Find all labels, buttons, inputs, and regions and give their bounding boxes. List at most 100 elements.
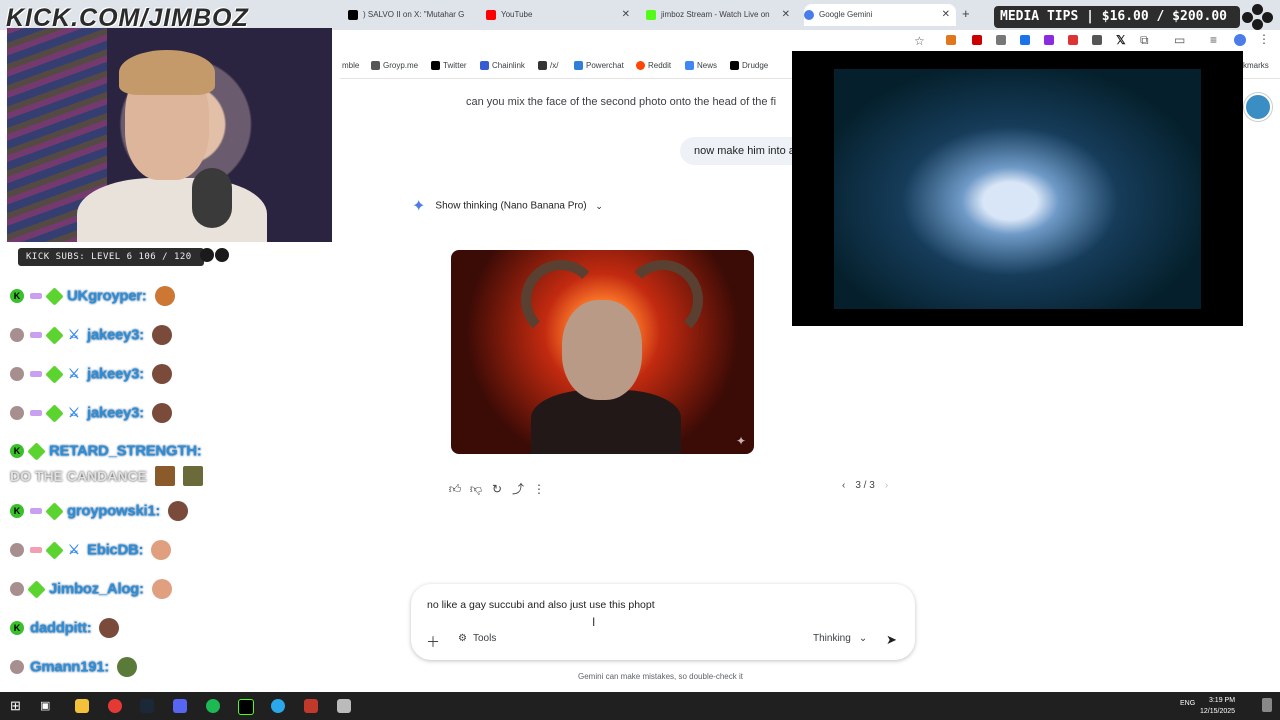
add-button[interactable]: ＋ (426, 632, 440, 652)
microphone (192, 168, 232, 228)
share-icon[interactable]: ⤴ (508, 480, 528, 497)
user-avatar (10, 367, 24, 381)
user-message: can you mix the face of the second photo… (466, 96, 777, 108)
extension-icon[interactable] (1044, 35, 1054, 45)
close-icon[interactable]: ✕ (942, 4, 950, 26)
emote (151, 364, 172, 384)
bookmark-drudge[interactable]: Drudge (730, 61, 768, 71)
notifications-icon[interactable] (1262, 698, 1272, 712)
chevron-right-icon[interactable]: › (885, 480, 888, 491)
more-icon[interactable]: ⋮ (529, 482, 549, 496)
extension-icon[interactable] (1020, 35, 1030, 45)
windows-taskbar (0, 692, 1280, 720)
extension-icon[interactable] (1068, 35, 1078, 45)
chevron-down-icon: ⌄ (595, 200, 603, 211)
kick-badge-icon: K (10, 444, 24, 459)
tab-kick[interactable]: jimboz Stream - Watch Live on ✕ (646, 4, 796, 26)
bookmark-twitter[interactable]: Twitter (431, 61, 467, 71)
media-tips-goal: MEDIA TIPS | $16.00 / $200.00 (994, 6, 1240, 28)
gem-badge-icon (45, 325, 64, 345)
send-icon[interactable]: ➤ (886, 632, 897, 648)
menu-icon[interactable]: ⋮ (1258, 32, 1270, 46)
sub-badge-icon (30, 547, 42, 553)
close-icon[interactable]: ✕ (782, 4, 790, 26)
task-view-icon[interactable]: ▣ (40, 699, 50, 712)
discord-icon[interactable] (173, 699, 187, 713)
file-explorer-icon[interactable] (75, 699, 89, 713)
show-thinking-toggle[interactable]: ✦ Show thinking (Nano Banana Pro) ⌄ (412, 196, 603, 216)
bookmark-all[interactable]: kmarks (1243, 61, 1269, 70)
system-clock[interactable]: 3:19 PM 12/15/2025 (1200, 695, 1235, 717)
powerchat-icon (574, 61, 583, 71)
clover-icon (538, 61, 547, 71)
prompt-box[interactable] (411, 584, 915, 660)
emote (151, 325, 172, 345)
gem-badge-icon (27, 579, 46, 599)
reading-list-icon[interactable]: ≡ (1210, 33, 1217, 47)
mode-selector[interactable]: Thinking ⌄ (813, 633, 867, 644)
sub-badge-icon (30, 410, 42, 416)
telegram-icon[interactable] (271, 699, 285, 713)
kick-app-icon[interactable] (238, 699, 254, 715)
chrome-icon[interactable] (108, 699, 122, 713)
x-icon[interactable]: 𝕏 (1116, 33, 1126, 47)
chat-message: K UKgroyper: (10, 286, 175, 312)
bookmark-item[interactable]: mble (342, 61, 359, 70)
chevron-left-icon[interactable]: ‹ (842, 480, 845, 491)
video-player[interactable] (792, 51, 1243, 326)
bookmark-news[interactable]: News (685, 61, 717, 71)
streamer-hair (119, 50, 215, 95)
prompt-input[interactable]: no like a gay succubi and also just use … (427, 599, 655, 611)
chat-message: Jimboz_Alog: (10, 579, 172, 605)
star-icon[interactable]: ☆ (914, 34, 925, 48)
user-avatar (10, 543, 24, 557)
bookmark-x[interactable]: /x/ (538, 61, 558, 71)
bookmark-powerchat[interactable]: Powerchat (574, 61, 624, 71)
thumbs-down-icon[interactable]: 👎︎ (466, 482, 486, 497)
app-icon[interactable] (304, 699, 318, 713)
disclaimer: Gemini can make mistakes, so double-chec… (578, 672, 743, 681)
bookmark-chainlink[interactable]: Chainlink (480, 61, 525, 71)
emote (151, 579, 172, 599)
bookmark-reddit[interactable]: Reddit (636, 61, 671, 71)
generated-image[interactable]: ✦ (451, 250, 754, 454)
emote (117, 657, 137, 677)
user-avatar (10, 328, 24, 342)
app-icon[interactable] (337, 699, 351, 713)
extension-icon[interactable] (1092, 35, 1102, 45)
extension-icon[interactable] (972, 35, 982, 45)
drudge-icon (730, 61, 739, 71)
emote (154, 466, 175, 486)
close-icon[interactable]: ✕ (622, 4, 630, 26)
tab-gemini[interactable]: Google Gemini ✕ (804, 4, 956, 26)
chat-message: ⚔ jakeey3: (10, 325, 172, 351)
new-tab-button[interactable]: + (962, 6, 970, 21)
thumbs-up-icon[interactable]: 👍︎ (445, 482, 465, 497)
extension-icon[interactable] (996, 35, 1006, 45)
avatar[interactable] (1234, 34, 1246, 46)
chat-message: K RETARD_STRENGTH: (10, 441, 202, 468)
groyp-icon (371, 61, 380, 71)
avatar[interactable] (1244, 93, 1272, 121)
kick-subs-goal: KICK SUBS: LEVEL 6 106 / 120 (18, 248, 204, 266)
overlay-logo (1238, 4, 1278, 30)
tab-youtube[interactable]: YouTube ✕ (486, 4, 636, 26)
overlay-logo (200, 248, 236, 266)
steam-icon[interactable] (140, 699, 154, 713)
tools-button[interactable]: ⚙ Tools (458, 633, 496, 644)
kick-icon (646, 9, 656, 20)
user-avatar (10, 582, 24, 596)
chat-message: ⚔ EbicDB: (10, 540, 172, 566)
windows-start-icon[interactable]: ⊞ (10, 698, 21, 714)
news-icon (685, 61, 694, 71)
sidebar-icon[interactable]: ▭ (1174, 33, 1185, 47)
bookmark-groyp[interactable]: Groyp.me (371, 61, 418, 71)
input-language[interactable]: ENG (1180, 700, 1195, 707)
puzzle-icon[interactable]: ⧉ (1140, 33, 1149, 48)
tab-salvo[interactable]: ) SALVO II on X: "Mutahar G (348, 4, 476, 26)
regenerate-icon[interactable]: ↻ (487, 482, 507, 496)
sword-badge-icon: ⚔ (68, 542, 80, 557)
spotify-icon[interactable] (206, 699, 220, 713)
chainlink-icon (480, 61, 489, 71)
metamask-icon[interactable] (946, 35, 956, 45)
